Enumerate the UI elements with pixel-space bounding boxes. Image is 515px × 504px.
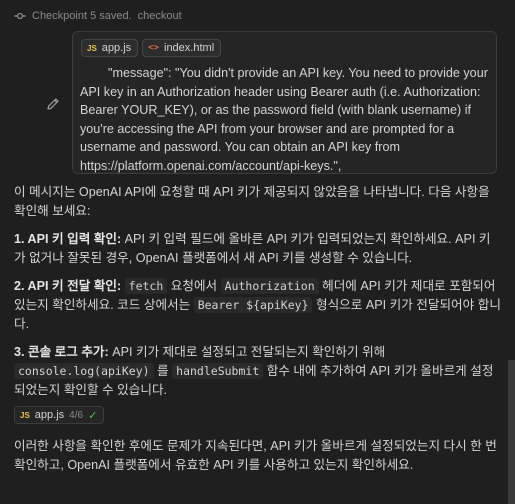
js-file-icon: JS <box>20 410 30 420</box>
reply-item-2: 2. API 키 전달 확인: fetch 요청에서 Authorization… <box>14 277 502 334</box>
context-chips: JS app.js <> index.html <box>81 39 222 57</box>
item-title: 2. API 키 전달 확인: <box>14 279 122 293</box>
item-text: 요청에서 <box>167 279 221 293</box>
checkout-link[interactable]: checkout <box>138 10 182 22</box>
code-edit-chip[interactable]: JS app.js 4/6 ✓ <box>14 406 105 424</box>
user-message-text: "message": "You didn't provide an API ke… <box>80 66 491 173</box>
item-title: 3. 콘솔 로그 추가: <box>14 345 109 359</box>
assistant-reply: 이 메시지는 OpenAI API에 요청할 때 API 키가 제공되지 않았음… <box>14 183 502 409</box>
check-icon: ✓ <box>88 409 98 422</box>
inline-code: Authorization <box>220 278 319 294</box>
context-chip-label: index.html <box>164 42 215 54</box>
reply-intro: 이 메시지는 OpenAI API에 요청할 때 API 키가 제공되지 않았음… <box>14 185 490 218</box>
inline-code: fetch <box>124 278 168 294</box>
reply-item-1: 1. API 키 입력 확인: API 키 입력 필드에 올바른 API 키가 … <box>14 230 502 268</box>
inline-code: console.log(apiKey) <box>14 363 154 379</box>
checkpoint-text: Checkpoint 5 saved. <box>32 10 132 22</box>
edit-pencil-icon[interactable] <box>45 96 61 112</box>
reply-item-3: 3. 콘솔 로그 추가: API 키가 제대로 설정되고 전달되는지 확인하기 … <box>14 343 502 400</box>
git-commit-icon <box>14 12 26 20</box>
context-chip-label: app.js <box>101 42 132 54</box>
item-text: API 키가 제대로 설정되고 전달되는지 확인하기 위해 <box>108 345 386 359</box>
checkpoint-bar: Checkpoint 5 saved. checkout <box>14 7 182 25</box>
inline-code: handleSubmit <box>172 363 264 379</box>
html-file-icon: <> <box>148 43 159 53</box>
item-title: 1. API 키 입력 확인: <box>14 232 122 246</box>
reply-outro: 이러한 사항을 확인한 후에도 문제가 지속된다면, API 키가 올바르게 설… <box>14 439 497 472</box>
inline-code: Bearer ${apiKey} <box>193 297 313 313</box>
context-chip-app-js[interactable]: JS app.js <box>81 39 139 57</box>
file-chip-count: 4/6 <box>69 409 84 421</box>
context-chip-index-html[interactable]: <> index.html <box>142 39 222 57</box>
scrollbar-thumb[interactable] <box>508 360 515 504</box>
js-file-icon: JS <box>87 43 97 53</box>
file-chip-label: app.js <box>34 409 65 421</box>
item-text: 를 <box>153 364 173 378</box>
user-message-box[interactable]: JS app.js <> index.html "message": "You … <box>72 31 497 174</box>
